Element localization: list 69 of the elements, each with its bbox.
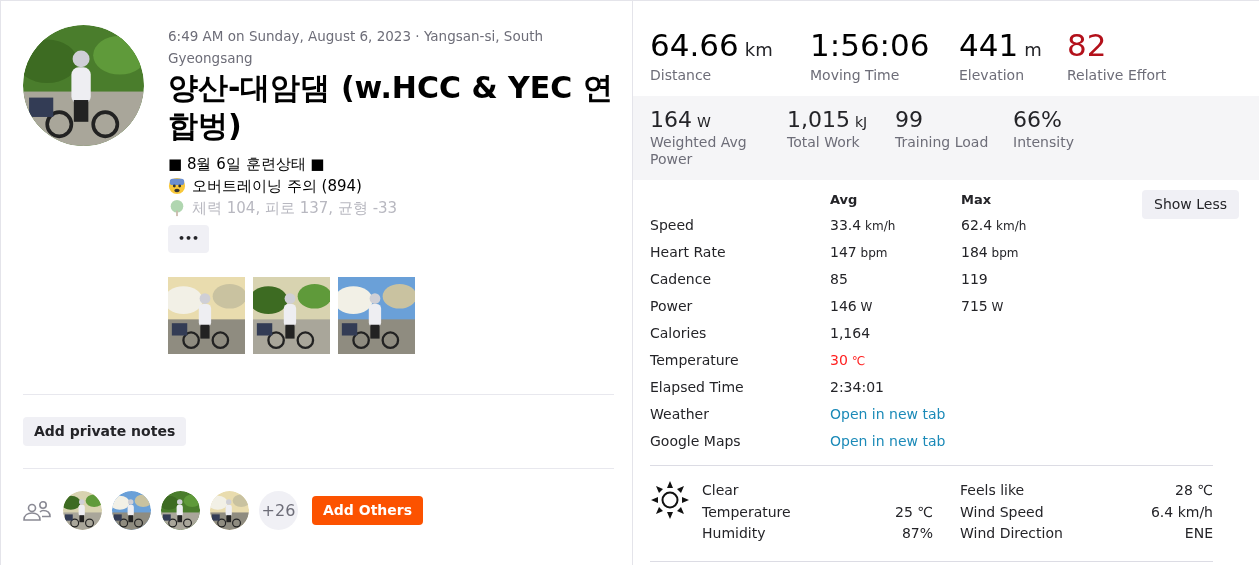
max-value: 119 [961, 270, 988, 289]
stat-value: 82 [1067, 26, 1107, 65]
avg-value: 30 ℃ [830, 351, 867, 370]
more-button[interactable]: ••• [168, 225, 209, 253]
stat-label: Distance [650, 66, 713, 85]
description-line: ■ 8월 6일 훈련상태 ■ [168, 153, 325, 175]
weather-label: Temperature [702, 502, 791, 522]
activity-meta: 6:49 AM on Sunday, August 6, 2023 · Yangsan-si, South Gyeongsang [168, 27, 545, 68]
avg-value: 147 bpm [830, 243, 889, 262]
stat-unit: km [744, 38, 773, 62]
stat-label: Elevation [959, 66, 1026, 85]
detail-label: Google Maps [650, 432, 742, 451]
weather-value: ENE [1184, 524, 1213, 543]
stat-value: 1,015 [787, 106, 850, 134]
stat-unit: W [697, 113, 711, 132]
stat-label: Total Work [787, 134, 861, 151]
weather-value: 6.4 km/h [1150, 502, 1213, 522]
max-value: 62.4 km/h [961, 216, 1027, 235]
activity-title: 양산-대암댐 (w.HCC & YEC 연합벙) [168, 69, 614, 145]
stat-label: Training Load [895, 134, 990, 151]
column-header: Avg [830, 191, 859, 209]
column-header: Max [961, 191, 992, 209]
stat-value: 64.66 [650, 26, 739, 65]
description-line: 오버트레이닝 주의 (894) [192, 175, 362, 197]
open-link[interactable]: Open in new tab [830, 431, 946, 452]
weather-value: 87% [901, 524, 933, 543]
stat-unit: kJ [855, 113, 868, 132]
scared-face-icon [168, 177, 186, 195]
group-icon [23, 499, 51, 522]
detail-label: Heart Rate [650, 243, 727, 262]
weather-label: Wind Speed [960, 502, 1044, 522]
detail-label: Temperature [650, 351, 740, 370]
avg-value: 33.4 km/h [830, 216, 897, 235]
stat-label: Moving Time [810, 66, 901, 85]
stat-value: 1:56:06 [810, 26, 930, 65]
detail-label: Power [650, 297, 694, 316]
description-line: 체력 104, 피로 137, 균형 -33 [192, 197, 398, 219]
stat-value: 66% [1013, 106, 1062, 134]
weather-label: Humidity [702, 524, 766, 543]
show-less-button[interactable]: Show Less [1142, 190, 1239, 219]
max-value: 184 bpm [961, 243, 1019, 262]
detail-label: Elapsed Time [650, 378, 745, 397]
add-notes-button[interactable]: Add private notes [23, 417, 187, 446]
add-others-button[interactable]: Add Others [312, 496, 424, 525]
avg-value: 1,164 [830, 324, 872, 343]
stat-label: Weighted Avg Power [650, 134, 748, 168]
detail-label: Cadence [650, 270, 713, 289]
weather-condition: Clear [702, 481, 740, 500]
tree-icon [168, 199, 186, 217]
stat-unit: m [1024, 38, 1042, 62]
avg-value: 146 W [830, 297, 874, 316]
sun-icon [650, 480, 690, 520]
detail-label: Calories [650, 324, 708, 343]
stat-label: Relative Effort [1067, 66, 1168, 85]
stat-value: 164 [650, 106, 692, 134]
stat-value: 441 [959, 26, 1019, 65]
avg-value: 85 [830, 270, 849, 289]
weather-label: Wind Direction [960, 524, 1063, 543]
stat-label: Intensity [1013, 134, 1075, 151]
open-link[interactable]: Open in new tab [830, 404, 946, 425]
weather-label: Feels like [960, 481, 1025, 500]
detail-label: Speed [650, 216, 695, 235]
stat-value: 99 [895, 106, 923, 134]
weather-value: 28 ℃ [1175, 481, 1213, 500]
detail-label: Weather [650, 405, 710, 424]
avg-value: 2:34:01 [830, 378, 885, 397]
max-value: 715 W [961, 297, 1004, 316]
participant-count[interactable]: +26 [259, 491, 298, 530]
weather-value: 25 ℃ [895, 502, 933, 522]
